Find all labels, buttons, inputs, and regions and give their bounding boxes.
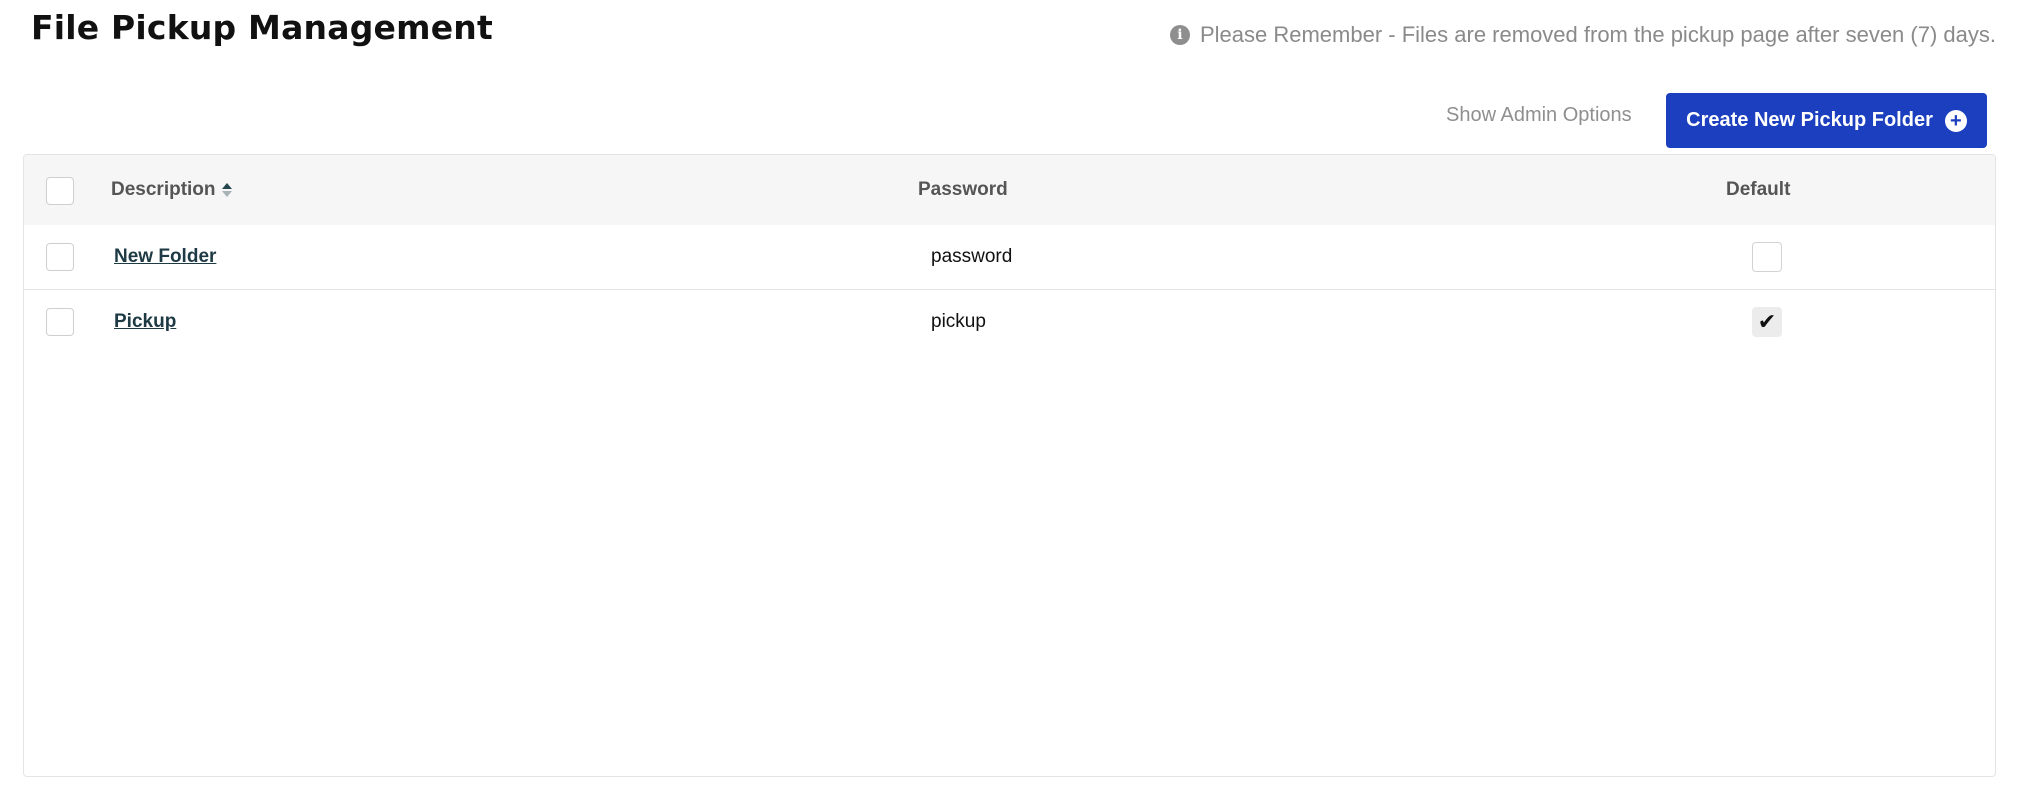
show-admin-options-link[interactable]: Show Admin Options [1446,104,1632,127]
pickup-folders-table: Description Password Default New Folder … [23,154,1996,777]
retention-notice: i Please Remember - Files are removed fr… [1169,22,1996,48]
sort-icon [221,183,232,197]
plus-circle-icon: + [1944,109,1967,132]
row-select-checkbox[interactable] [46,308,74,336]
default-checkbox[interactable]: ✔ [1752,307,1782,337]
table-header: Description Password Default [24,155,1995,225]
sort-descending-arrow-icon [221,191,232,197]
file-pickup-page: File Pickup Management i Please Remember… [0,0,2022,800]
select-all-checkbox[interactable] [46,177,74,205]
folder-link[interactable]: Pickup [114,311,176,333]
retention-notice-text: Please Remember - Files are removed from… [1199,22,1996,47]
info-icon: i [1169,25,1190,45]
sort-ascending-arrow-icon [221,183,232,189]
column-header-default: Default [1726,179,1791,200]
create-new-pickup-folder-button[interactable]: Create New Pickup Folder + [1666,93,1987,148]
page-title: File Pickup Management [31,8,493,47]
column-header-password: Password [918,179,1008,200]
default-checkbox[interactable] [1752,242,1782,272]
folder-password: pickup [931,311,986,332]
table-row: Pickup pickup ✔ [24,290,1995,354]
row-select-checkbox[interactable] [46,243,74,271]
column-header-description-label: Description [111,179,216,200]
column-header-description[interactable]: Description [111,155,232,225]
folder-link[interactable]: New Folder [114,246,216,268]
folder-password: password [931,246,1013,267]
create-button-label: Create New Pickup Folder [1686,109,1933,131]
table-row: New Folder password [24,225,1995,290]
